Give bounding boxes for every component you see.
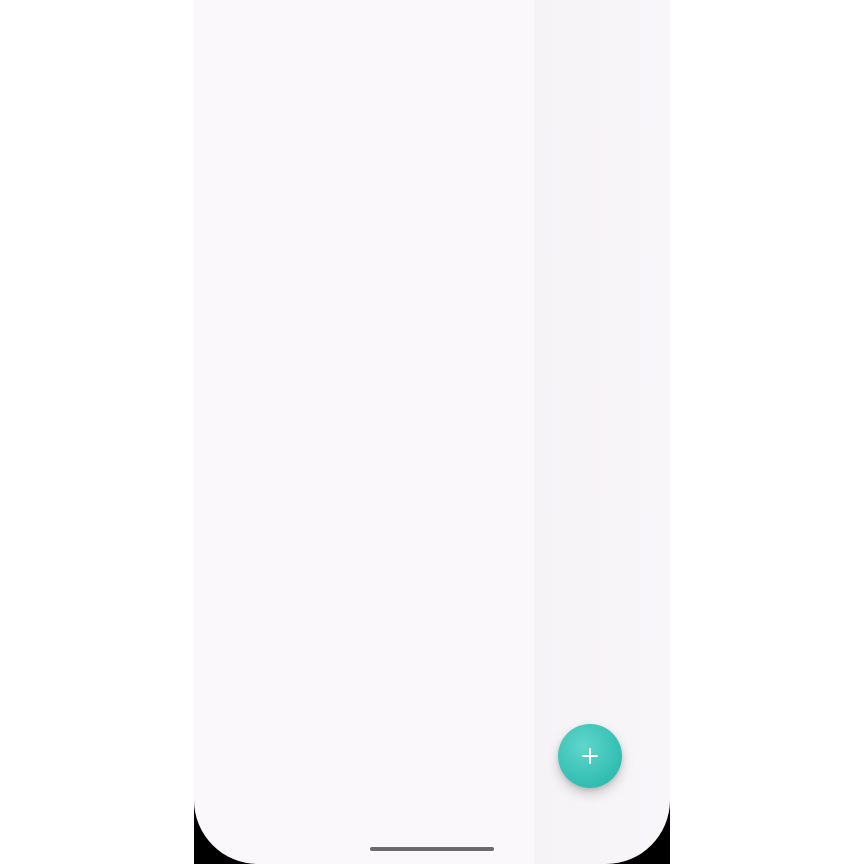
home-indicator[interactable]: [370, 847, 494, 851]
phone-screen: [194, 0, 670, 864]
add-fab-button[interactable]: [558, 724, 622, 788]
app-viewport: [0, 0, 864, 864]
plus-icon: [582, 748, 598, 764]
